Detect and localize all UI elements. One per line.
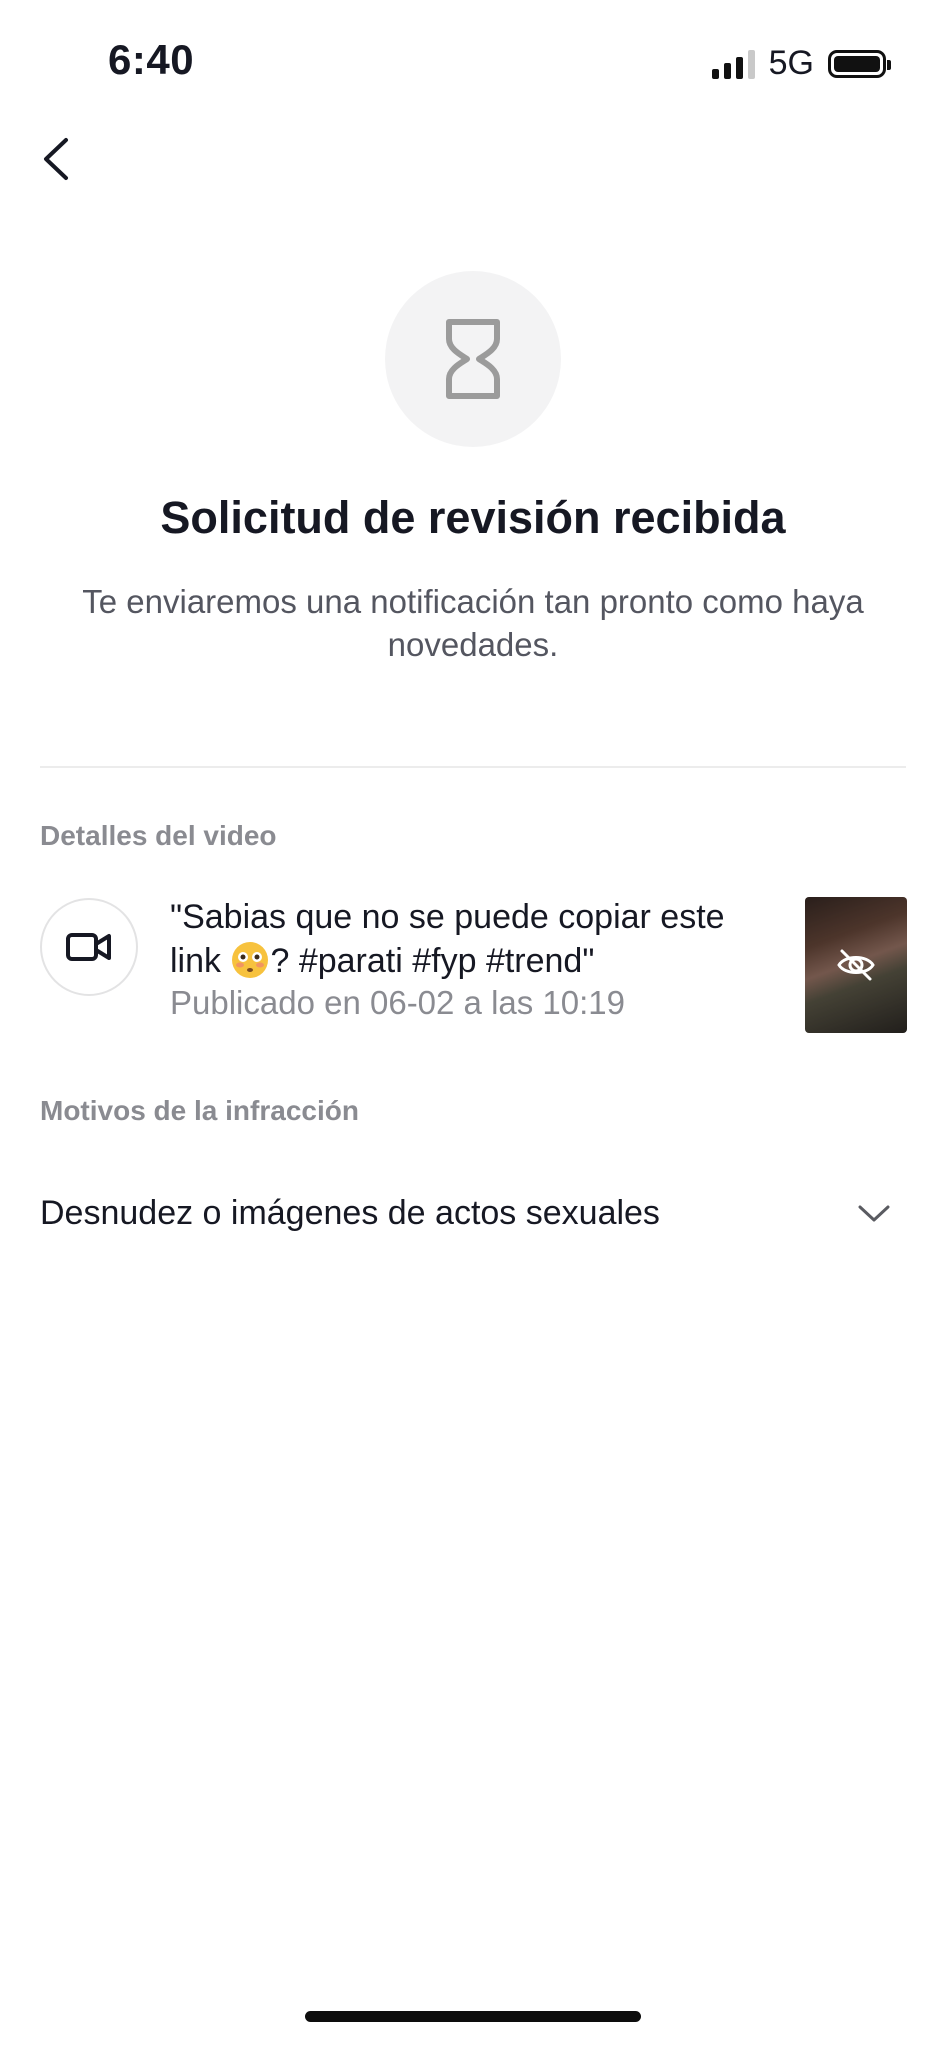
battery-icon xyxy=(828,49,891,78)
violation-reason-row[interactable]: Desnudez o imágenes de actos sexuales xyxy=(40,1178,906,1248)
page-subtitle: Te enviaremos una notificación tan pront… xyxy=(82,583,864,663)
page-title: Solicitud de revisión recibida xyxy=(160,492,786,543)
video-type-badge xyxy=(40,898,138,996)
video-caption: "Sabias que no se puede copiar este link… xyxy=(170,895,770,983)
network-type-label: 5G xyxy=(768,44,814,82)
chevron-left-icon xyxy=(44,138,68,180)
violation-reasons-label: Motivos de la infracción xyxy=(40,1095,359,1126)
video-caption-text-end: ? #parati #fyp #trend" xyxy=(270,942,595,980)
hourglass-badge xyxy=(385,271,561,447)
cellular-signal-icon xyxy=(711,49,755,79)
video-camera-icon xyxy=(66,933,111,961)
status-time: 6:40 xyxy=(108,36,195,83)
violation-reason-text: Desnudez o imágenes de actos sexuales xyxy=(40,1193,660,1232)
hourglass-icon xyxy=(446,319,500,399)
video-thumbnail[interactable] xyxy=(805,897,907,1033)
home-indicator[interactable] xyxy=(305,2011,641,2022)
chevron-down-icon xyxy=(858,1205,890,1222)
status-indicators: 5G xyxy=(711,44,891,83)
video-details-label: Detalles del video xyxy=(40,820,277,851)
flushed-face-emoji xyxy=(232,942,269,978)
back-button[interactable] xyxy=(34,128,86,190)
video-published-date: Publicado en 06-02 a las 10:19 xyxy=(170,984,626,1021)
divider xyxy=(40,766,906,768)
eye-off-icon xyxy=(837,949,875,981)
